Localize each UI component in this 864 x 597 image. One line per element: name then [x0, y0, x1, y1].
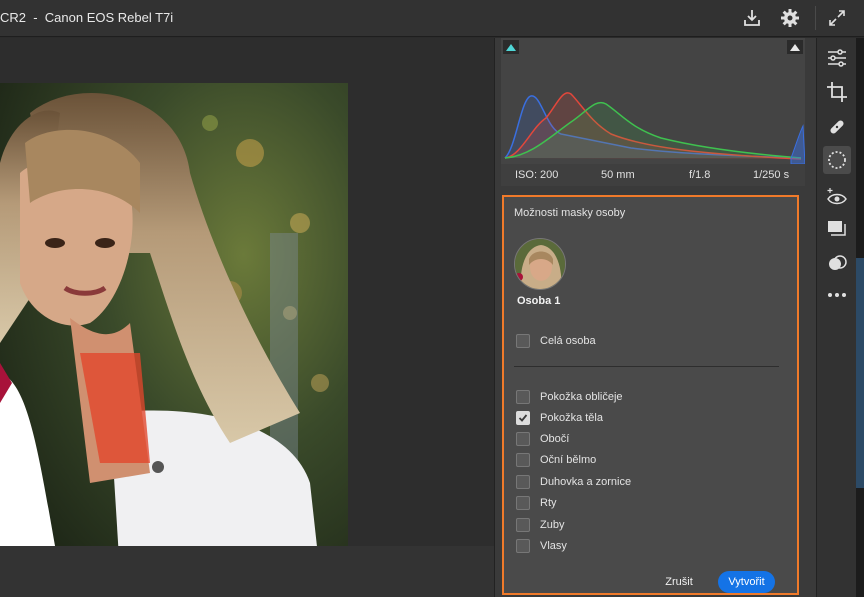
- lips-checkbox[interactable]: [516, 496, 530, 510]
- face-skin-option[interactable]: Pokožka obličeje: [516, 389, 623, 405]
- image-canvas[interactable]: [0, 38, 494, 574]
- presets-icon[interactable]: [823, 216, 851, 244]
- whole-person-label: Celá osoba: [540, 335, 596, 347]
- exif-focal-length: 50 mm: [601, 169, 635, 181]
- filmstrip-area: [0, 546, 494, 597]
- person-name: Osoba 1: [517, 295, 561, 307]
- teeth-label: Zuby: [540, 519, 565, 531]
- eyebrows-label: Obočí: [540, 433, 570, 445]
- body-skin-option[interactable]: Pokožka těla: [516, 410, 603, 426]
- person-mask-options-panel: Možnosti masky osoby Osoba 1 Celá osoba …: [502, 195, 799, 595]
- body-skin-label: Pokožka těla: [540, 412, 603, 424]
- hair-option[interactable]: Vlasy: [516, 538, 567, 554]
- eye-sclera-label: Oční bělmo: [540, 454, 597, 466]
- healing-bandage-icon[interactable]: [823, 113, 851, 141]
- eyebrows-option[interactable]: Obočí: [516, 431, 569, 447]
- lips-option[interactable]: Rty: [516, 495, 557, 511]
- title-bar-divider: [815, 6, 816, 30]
- document-title: CR2 - Canon EOS Rebel T7i: [0, 10, 174, 25]
- tool-strip: [816, 38, 856, 597]
- teeth-checkbox[interactable]: [516, 518, 530, 532]
- face-skin-checkbox[interactable]: [516, 390, 530, 404]
- title-bar: CR2 - Canon EOS Rebel T7i: [0, 0, 864, 37]
- settings-gear-icon[interactable]: [778, 6, 802, 30]
- exif-info-bar: ISO: 200 50 mm f/1.8 1/250 s: [501, 164, 805, 186]
- iris-pupil-label: Duhovka a zornice: [540, 476, 632, 488]
- body-skin-checkbox[interactable]: [516, 411, 530, 425]
- face-skin-label: Pokožka obličeje: [540, 391, 623, 403]
- exif-iso: ISO: 200: [515, 169, 559, 181]
- whole-person-option[interactable]: Celá osoba: [516, 333, 596, 349]
- hair-checkbox[interactable]: [516, 539, 530, 553]
- lips-label: Rty: [540, 497, 557, 509]
- masking-icon[interactable]: [823, 146, 851, 174]
- photo-preview[interactable]: [0, 83, 348, 574]
- histogram: [501, 38, 805, 164]
- fullscreen-icon[interactable]: [825, 6, 849, 30]
- cancel-button[interactable]: Zrušit: [654, 571, 704, 593]
- whole-person-checkbox[interactable]: [516, 334, 530, 348]
- exif-aperture: f/1.8: [689, 169, 711, 181]
- iris-pupil-checkbox[interactable]: [516, 475, 530, 489]
- person-avatar[interactable]: [514, 238, 566, 290]
- export-icon[interactable]: [740, 6, 764, 30]
- snapshots-icon[interactable]: [823, 250, 851, 278]
- right-panel: ISO: 200 50 mm f/1.8 1/250 s Možnosti ma…: [494, 38, 816, 597]
- crop-icon[interactable]: [823, 78, 851, 106]
- exif-shutter: 1/250 s: [753, 169, 790, 181]
- eye-sclera-checkbox[interactable]: [516, 453, 530, 467]
- teeth-option[interactable]: Zuby: [516, 517, 564, 533]
- panel-title: Možnosti masky osoby: [514, 207, 626, 219]
- hair-label: Vlasy: [540, 540, 567, 552]
- background-window-edge: [856, 258, 864, 488]
- red-eye-icon[interactable]: [823, 183, 851, 211]
- checkmark-icon: [518, 414, 528, 422]
- edit-sliders-icon[interactable]: [823, 44, 851, 72]
- create-button[interactable]: Vytvořit: [718, 571, 775, 593]
- eyebrows-checkbox[interactable]: [516, 432, 530, 446]
- iris-pupil-option[interactable]: Duhovka a zornice: [516, 474, 631, 490]
- more-icon[interactable]: [823, 281, 851, 309]
- options-divider: [514, 366, 779, 367]
- eye-sclera-option[interactable]: Oční bělmo: [516, 452, 596, 468]
